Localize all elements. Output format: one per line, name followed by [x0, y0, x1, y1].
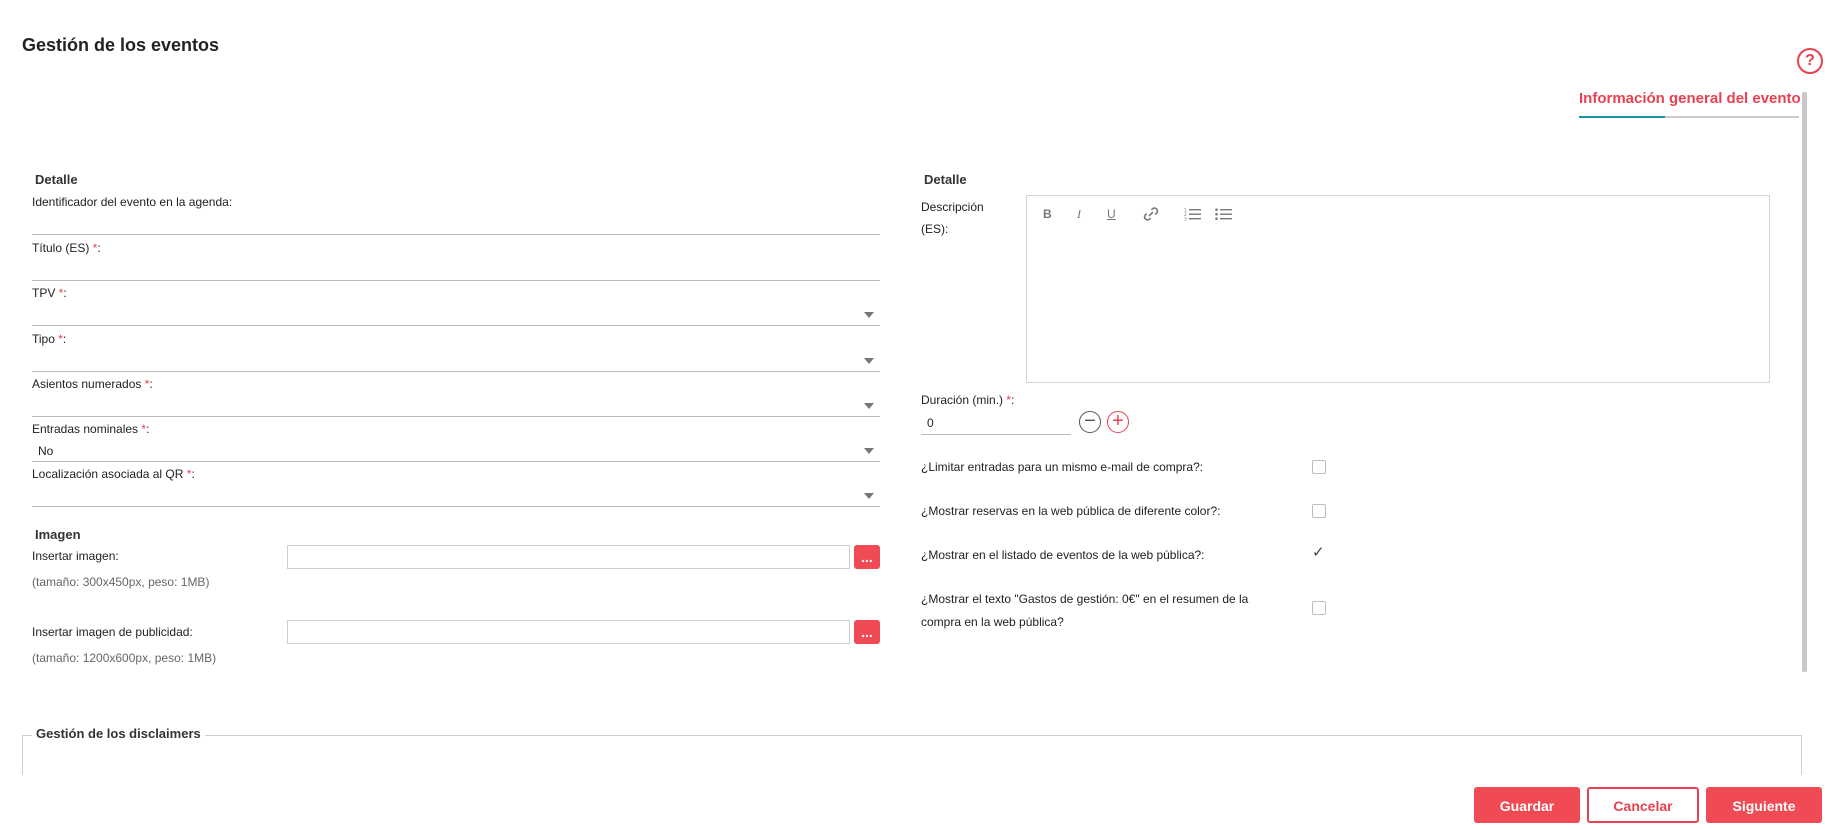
- check-reservas-label: ¿Mostrar reservas en la web pública de d…: [921, 504, 1221, 518]
- tab-informacion-general[interactable]: Información general del evento: [1579, 90, 1801, 107]
- publicidad-path-input[interactable]: [287, 620, 850, 644]
- disclaimers-legend: Gestión de los disclaimers: [32, 726, 205, 741]
- underline-icon[interactable]: U: [1107, 207, 1116, 225]
- tipo-select[interactable]: [32, 348, 880, 372]
- check-reservas-checkbox[interactable]: [1312, 504, 1326, 518]
- guardar-button[interactable]: Guardar: [1474, 787, 1580, 823]
- check-limitar-label: ¿Limitar entradas para un mismo e-mail d…: [921, 460, 1204, 474]
- chevron-down-icon: [864, 358, 874, 364]
- localizacion-label: Localización asociada al QR *:: [32, 467, 195, 481]
- check-limitar-checkbox[interactable]: [1312, 460, 1326, 474]
- increment-button[interactable]: +: [1107, 411, 1129, 433]
- chevron-down-icon: [864, 312, 874, 318]
- publicidad-browse-button[interactable]: ...: [854, 620, 880, 644]
- asientos-label: Asientos numerados *:: [32, 377, 153, 391]
- check-gastos-checkbox[interactable]: [1312, 601, 1326, 615]
- help-icon[interactable]: ?: [1797, 48, 1823, 74]
- siguiente-button[interactable]: Siguiente: [1706, 787, 1822, 823]
- tab-active-indicator: [1579, 116, 1665, 118]
- imagen-size-note: (tamaño: 300x450px, peso: 1MB): [32, 575, 210, 589]
- tipo-label: Tipo *:: [32, 332, 67, 346]
- identificador-input[interactable]: [32, 211, 880, 235]
- entradas-select-value: No: [38, 444, 54, 458]
- descripcion-label-line1: Descripción: [921, 200, 984, 214]
- ordered-list-icon[interactable]: 123: [1184, 207, 1202, 225]
- bullet-list-icon[interactable]: [1215, 207, 1233, 225]
- tpv-label: TPV *:: [32, 286, 67, 300]
- imagen-browse-button[interactable]: ...: [854, 545, 880, 569]
- vertical-scrollbar[interactable]: [1802, 92, 1807, 672]
- asientos-select[interactable]: [32, 393, 880, 417]
- bold-icon[interactable]: B: [1043, 207, 1052, 225]
- checkmark-icon: ✓: [1312, 544, 1325, 561]
- section-detalle-right: Detalle: [924, 172, 967, 187]
- imagen-label: Insertar imagen:: [32, 549, 119, 563]
- titulo-input[interactable]: [32, 257, 880, 281]
- check-gastos-label-line2: compra en la web pública?: [921, 615, 1064, 629]
- chevron-down-icon: [864, 448, 874, 454]
- duracion-label: Duración (min.) *:: [921, 393, 1015, 407]
- descripcion-editor[interactable]: B I U 123: [1026, 195, 1770, 383]
- publicidad-size-note: (tamaño: 1200x600px, peso: 1MB): [32, 651, 217, 665]
- section-detalle-left: Detalle: [35, 172, 78, 187]
- svg-text:3: 3: [1184, 217, 1187, 222]
- chevron-down-icon: [864, 493, 874, 499]
- cancelar-button[interactable]: Cancelar: [1587, 787, 1699, 823]
- decrement-button[interactable]: −: [1079, 411, 1101, 433]
- chevron-down-icon: [864, 403, 874, 409]
- check-listado-checkbox[interactable]: ✓: [1311, 545, 1327, 561]
- italic-icon[interactable]: I: [1077, 207, 1081, 225]
- identificador-label: Identificador del evento en la agenda:: [32, 195, 233, 209]
- check-gastos-label-line1: ¿Mostrar el texto "Gastos de gestión: 0€…: [921, 592, 1249, 606]
- descripcion-label-line2: (ES):: [921, 222, 949, 236]
- titulo-label: Título (ES) *:: [32, 241, 101, 255]
- page-title: Gestión de los eventos: [22, 35, 220, 55]
- check-listado-label: ¿Mostrar en el listado de eventos de la …: [921, 548, 1205, 562]
- disclaimers-fieldset: [22, 735, 1802, 775]
- section-imagen: Imagen: [35, 527, 81, 542]
- publicidad-label: Insertar imagen de publicidad:: [32, 625, 193, 639]
- link-icon[interactable]: [1142, 207, 1160, 225]
- localizacion-select[interactable]: [32, 483, 880, 507]
- duracion-input[interactable]: [921, 411, 1071, 435]
- entradas-select[interactable]: No: [32, 438, 880, 462]
- imagen-path-input[interactable]: [287, 545, 850, 569]
- entradas-label: Entradas nominales *:: [32, 422, 150, 436]
- tpv-select[interactable]: [32, 302, 880, 326]
